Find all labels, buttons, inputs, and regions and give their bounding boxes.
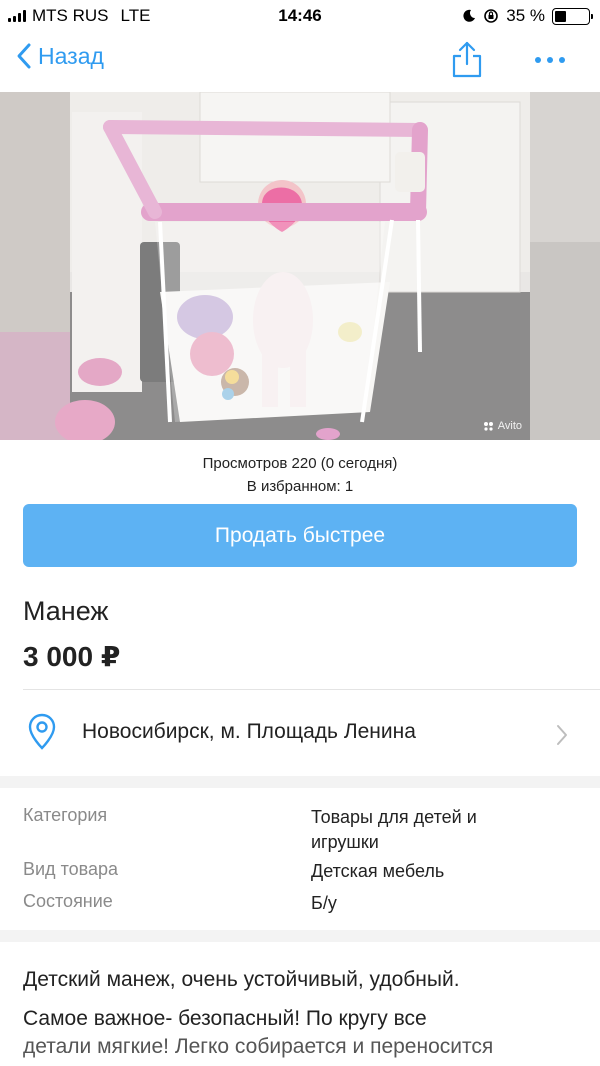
share-icon[interactable]: [450, 40, 484, 78]
photo-watermark: Avito: [483, 420, 522, 432]
description-line: Детский манеж, очень устойчивый, удобный…: [23, 968, 460, 991]
listing-description: Детский манеж, очень устойчивый, удобный…: [23, 966, 583, 1061]
battery-icon: [552, 7, 593, 25]
chevron-left-icon: [17, 43, 31, 69]
location-text: Новосибирск, м. Площадь Ленина: [82, 720, 416, 743]
chevron-right-icon: [557, 725, 567, 745]
param-label: Категория: [23, 805, 108, 825]
listing-title: Манеж: [23, 596, 109, 626]
description-line: детали мягкие! Легко собирается и перено…: [23, 1035, 494, 1058]
description-line: Самое важное- безопасный! По кругу все: [23, 1007, 427, 1030]
status-bar: MTS RUS LTE 14:46 35 %: [0, 0, 600, 30]
listing-stats: Просмотров 220 (0 сегодня) В избранном: …: [0, 452, 600, 498]
param-value: Товары для детей и игрушки: [311, 807, 477, 852]
playpen-photo-image: [0, 92, 600, 440]
back-button[interactable]: Назад: [16, 42, 104, 70]
battery-fill: [555, 10, 567, 22]
section-separator: [0, 930, 600, 942]
sell-faster-button[interactable]: Продать быстрее: [23, 504, 577, 567]
listing-price: 3 000 ₽: [23, 641, 121, 672]
param-value: Б/у: [311, 893, 337, 913]
nav-bar: Назад: [0, 30, 600, 92]
sell-faster-label: Продать быстрее: [214, 523, 386, 547]
battery-percent: 35 %: [506, 6, 545, 25]
section-separator: [0, 776, 600, 788]
photo-watermark-text: Avito: [497, 420, 522, 432]
views-count: Просмотров 220 (0 сегодня): [202, 455, 398, 472]
param-value: Детская мебель: [311, 861, 445, 881]
location-pin-icon: [28, 713, 56, 750]
orientation-lock-icon: [484, 9, 499, 23]
moon-icon: [463, 9, 476, 22]
more-icon[interactable]: [530, 50, 570, 70]
location-row[interactable]: Новосибирск, м. Площадь Ленина: [0, 690, 600, 776]
avito-logo-icon: [483, 422, 493, 431]
param-label: Вид товара: [23, 859, 119, 879]
status-right: 35 %: [462, 6, 593, 26]
param-label: Состояние: [23, 891, 113, 911]
listing-photo[interactable]: Avito: [0, 92, 600, 440]
favorites-count: В избранном: 1: [246, 478, 354, 495]
back-label: Назад: [38, 42, 104, 69]
